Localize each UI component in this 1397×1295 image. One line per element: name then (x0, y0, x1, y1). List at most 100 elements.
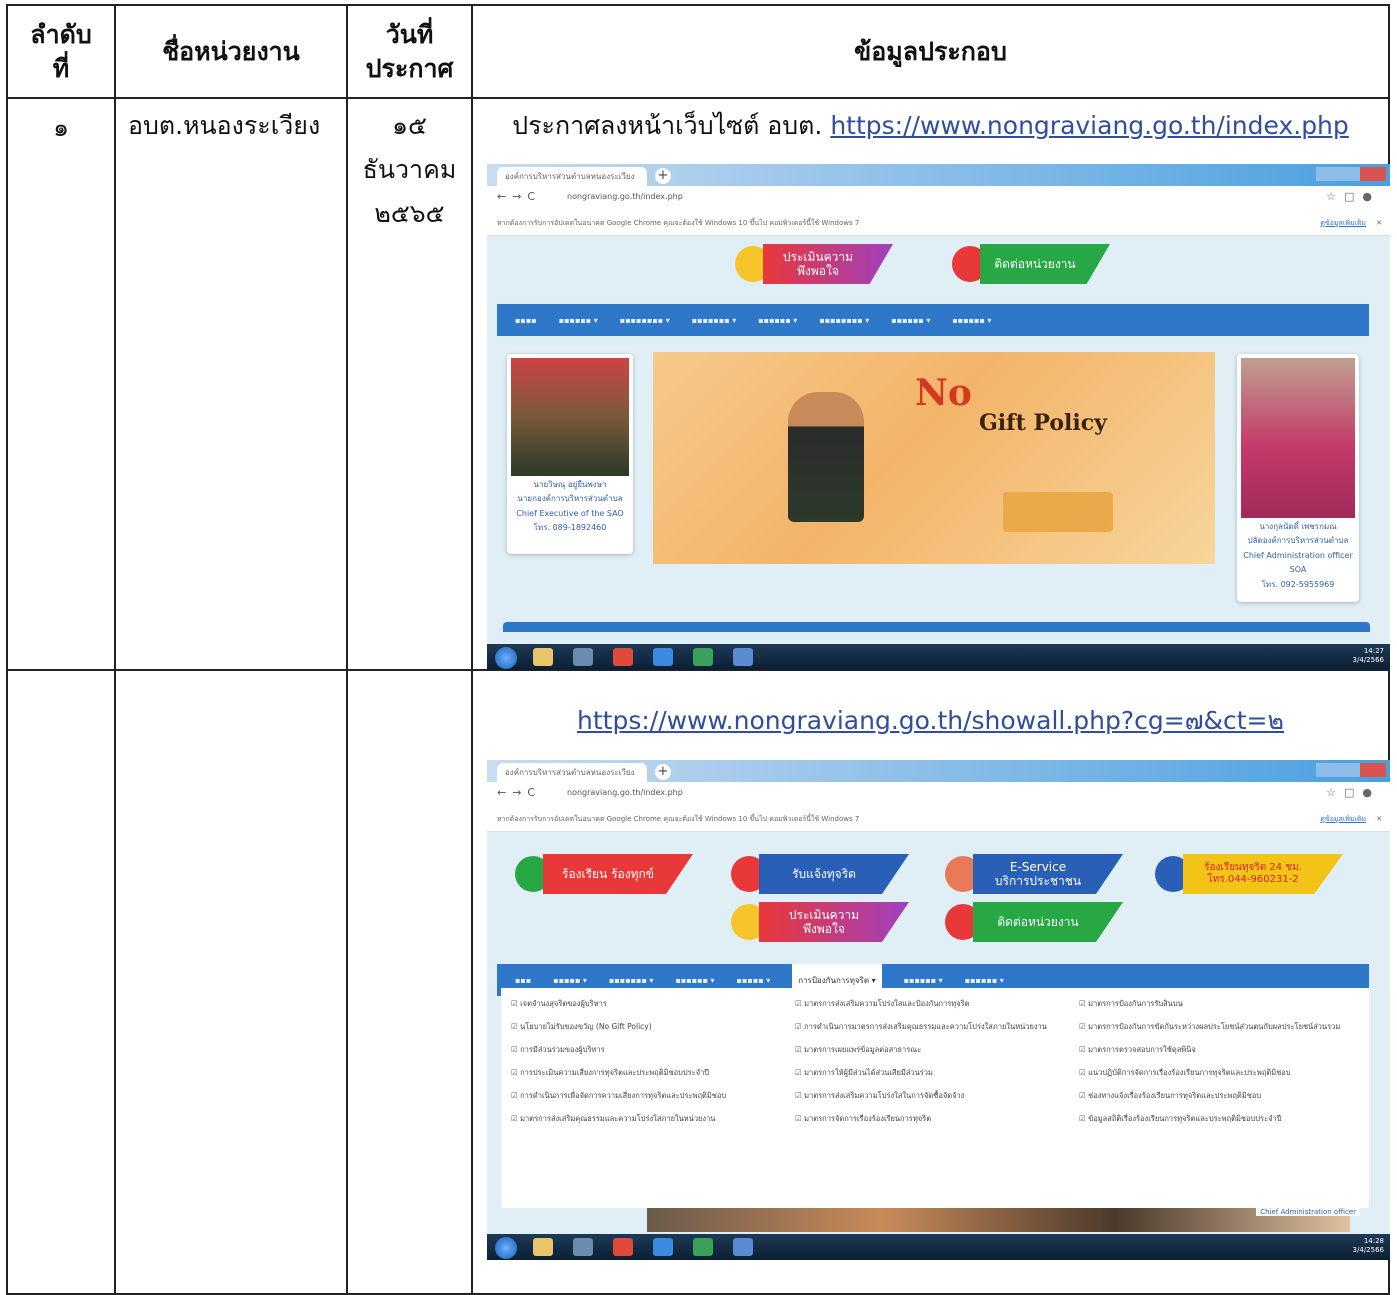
link-item: มาตรการป้องกันการขัดกันระหว่างผลประโยชน์… (1079, 1021, 1359, 1033)
chrome-infobar: หากต้องการรับการอัปเดตในอนาคต Google Chr… (487, 210, 1390, 236)
administrator-phone: โทร. 092-5955969 (1261, 579, 1335, 589)
row1-info-link[interactable]: https://www.nongraviang.go.th/index.php (830, 111, 1348, 140)
header-date: วันที่ ประกาศ (365, 20, 454, 83)
link-item: การดำเนินการมาตรการส่งเสริมคุณธรรมและควา… (795, 1021, 1065, 1033)
link-item: นโยบายไม่รับของขวัญ (No Gift Policy) (511, 1021, 781, 1033)
chrome-icon (613, 1238, 633, 1256)
col-divider (114, 6, 116, 1293)
browser-tabbar: องค์การบริหารส่วนตำบลหนองระเวียง + (487, 164, 1390, 186)
infobar-text: หากต้องการรับการอัปเดตในอนาคต Google Chr… (497, 219, 860, 227)
administrator-title: ปลัดองค์การบริหารส่วนตำบล (1247, 536, 1349, 546)
row1-agency: อบต.หนองระเวียง (128, 111, 321, 140)
header-info: ข้อมูลประกอบ (854, 37, 1007, 67)
browser-tab: องค์การบริหารส่วนตำบลหนองระเวียง (497, 763, 647, 782)
clock-date: 3/4/2566 (1352, 656, 1384, 665)
rate-button-label: ประเมินความ พึงพอใจ (763, 244, 893, 284)
eservice-button: E-Service บริการประชาชน (945, 854, 1125, 894)
nav-arrows-icon: ←→C (497, 190, 542, 203)
contact-button-label: ติดต่อหน่วยงาน (980, 244, 1110, 284)
row1-date-day: ๑๕ (392, 111, 427, 140)
address-bar: ←→C nongraviang.go.th/index.php ☆□● (487, 186, 1390, 211)
chrome-infobar: หากต้องการรับการอัปเดตในอนาคต Google Chr… (487, 806, 1390, 832)
link-item: ข้อมูลสถิติเรื่องร้องเรียนการทุจริตและปร… (1079, 1113, 1359, 1125)
close-icon (1360, 167, 1386, 181)
media-icon (573, 648, 593, 666)
row1-date: ๑๕ ธันวาคม ๒๕๖๕ (348, 104, 471, 235)
close-icon: ✕ (1376, 815, 1382, 823)
complaint-button-label: ร้องเรียน ร้องทุกข์ (543, 854, 693, 894)
clock-time: 14:27 (1363, 647, 1384, 655)
app-icon (733, 1238, 753, 1256)
photo-strip (647, 1208, 1350, 1232)
eservice-label: E-Service บริการประชาชน (973, 854, 1123, 894)
link-item: มาตรการให้ผู้มีส่วนได้ส่วนเสียมีส่วนร่วม (795, 1067, 1065, 1079)
links-column-3: มาตรการป้องกันการรับสินบน มาตรการป้องกัน… (1079, 998, 1359, 1136)
links-column-1: เจตจำนงสุจริตของผู้บริหาร นโยบายไม่รับขอ… (511, 998, 781, 1136)
executive-title: นายกองค์การบริหารส่วนตำบล (517, 494, 623, 504)
link-item: มาตรการเผยแพร่ข้อมูลต่อสาธารณะ (795, 1044, 1065, 1056)
banner-gift-policy: Gift Policy (979, 410, 1107, 436)
link-item: การประเมินความเสี่ยงการทุจริตและประพฤติม… (511, 1067, 781, 1079)
executive-name: นายวิษณุ อยู่ยืนพงษา (533, 480, 607, 489)
infobar-text: หากต้องการรับการอัปเดตในอนาคต Google Chr… (497, 815, 860, 823)
content-strip (503, 622, 1370, 632)
header-no: ลำดับ ที่ (30, 20, 92, 83)
administrator-title-en: Chief Administration officer (1243, 550, 1353, 560)
explorer-icon (533, 648, 553, 666)
clock-date: 3/4/2566 (1352, 1246, 1384, 1255)
contact-button-label: ติดต่อหน่วยงาน (973, 902, 1123, 942)
link-item: มาตรการส่งเสริมความโปร่งใสในการจัดซื้อจั… (795, 1090, 1065, 1102)
main-menu: ▪▪▪▪ ▪▪▪▪▪▪ ▾ ▪▪▪▪▪▪▪▪ ▾ ▪▪▪▪▪▪▪ ▾ ▪▪▪▪▪▪ ▾ ▪… (497, 304, 1369, 336)
link-item: การดำเนินการเพื่อจัดการความเสี่ยงการทุจร… (511, 1090, 781, 1102)
links-column-2: มาตรการส่งเสริมความโปร่งใสและป้องกันการท… (795, 998, 1065, 1136)
contact-button: ติดต่อหน่วยงาน (952, 244, 1122, 284)
link-item: แนวปฏิบัติการจัดการเรื่องร้องเรียนการทุจ… (1079, 1067, 1359, 1079)
link-item: ช่องทางแจ้งเรื่องร้องเรียนการทุจริตและปร… (1079, 1090, 1359, 1102)
executive-phone: โทร. 089-1892460 (533, 523, 607, 533)
rate-button: ประเมินความ พึงพอใจ (731, 902, 911, 942)
footer-card-label: Chief Administration officer (1256, 1208, 1360, 1216)
window-controls (1316, 763, 1386, 777)
link-item: มาตรการส่งเสริมความโปร่งใสและป้องกันการท… (795, 998, 1065, 1010)
explorer-icon (533, 1238, 553, 1256)
link-item: การมีส่วนร่วมของผู้บริหาร (511, 1044, 781, 1056)
row2-info-link[interactable]: https://www.nongraviang.go.th/showall.ph… (577, 706, 1284, 735)
row1-no: ๑ (53, 113, 69, 142)
taskbar-clock: 14:28 3/4/2566 (1353, 1237, 1384, 1255)
rate-button-label: ประเมินความ พึงพอใจ (759, 902, 909, 942)
app-icon (733, 648, 753, 666)
executive-title-en: Chief Executive of the SAO (516, 508, 624, 518)
new-tab-icon: + (655, 764, 671, 780)
link-item: มาตรการป้องกันการรับสินบน (1079, 998, 1359, 1010)
close-icon (1360, 763, 1386, 777)
browser-tabbar: องค์การบริหารส่วนตำบลหนองระเวียง + (487, 760, 1390, 782)
windows-taskbar: 14:27 3/4/2566 (487, 644, 1390, 670)
row1-date-month: ธันวาคม (362, 154, 457, 184)
row1-info: ประกาศลงหน้าเว็บไซต์ อบต. https://www.no… (473, 104, 1388, 148)
link-item: เจตจำนงสุจริตของผู้บริหาร (511, 998, 781, 1010)
contact-button: ติดต่อหน่วยงาน (945, 902, 1125, 942)
taskbar-clock: 14:27 3/4/2566 (1353, 647, 1384, 665)
website-screenshot-2: องค์การบริหารส่วนตำบลหนองระเวียง + ←→C n… (487, 760, 1390, 1260)
administrator-org: SOA (1289, 565, 1307, 575)
header-agency: ชื่อหน่วยงาน (162, 37, 300, 67)
browser-tab: องค์การบริหารส่วนตำบลหนองระเวียง (497, 167, 647, 186)
windows-taskbar: 14:28 3/4/2566 (487, 1234, 1390, 1260)
link-item: มาตรการตรวจสอบการใช้ดุลพินิจ (1079, 1044, 1359, 1056)
row2-info: https://www.nongraviang.go.th/showall.ph… (473, 699, 1388, 743)
anticorruption-links-panel: เจตจำนงสุจริตของผู้บริหาร นโยบายไม่รับขอ… (501, 988, 1369, 1208)
website-screenshot-1: องค์การบริหารส่วนตำบลหนองระเวียง + ←→C n… (487, 164, 1390, 670)
excel-icon (693, 648, 713, 666)
toolbar-icons: ☆□● (1326, 786, 1380, 799)
executive-photo (511, 358, 629, 476)
link-item: มาตรการจัดการเรื่องร้องเรียนการทุจริต (795, 1113, 1065, 1125)
ie-icon (653, 1238, 673, 1256)
new-tab-icon: + (655, 168, 671, 184)
corruption-report-label: รับแจ้งทุจริต (759, 854, 909, 894)
banner-no: No (915, 372, 972, 414)
administrator-card: นางกุลนัดดิ์ เพชรกมณ ปลัดองค์การบริหารส่… (1237, 354, 1359, 602)
link-item: มาตรการส่งเสริมคุณธรรมและความโปร่งใสภายใ… (511, 1113, 781, 1125)
complaint-button: ร้องเรียน ร้องทุกข์ (515, 854, 695, 894)
start-icon (495, 647, 517, 669)
address-url: nongraviang.go.th/index.php (567, 192, 683, 201)
